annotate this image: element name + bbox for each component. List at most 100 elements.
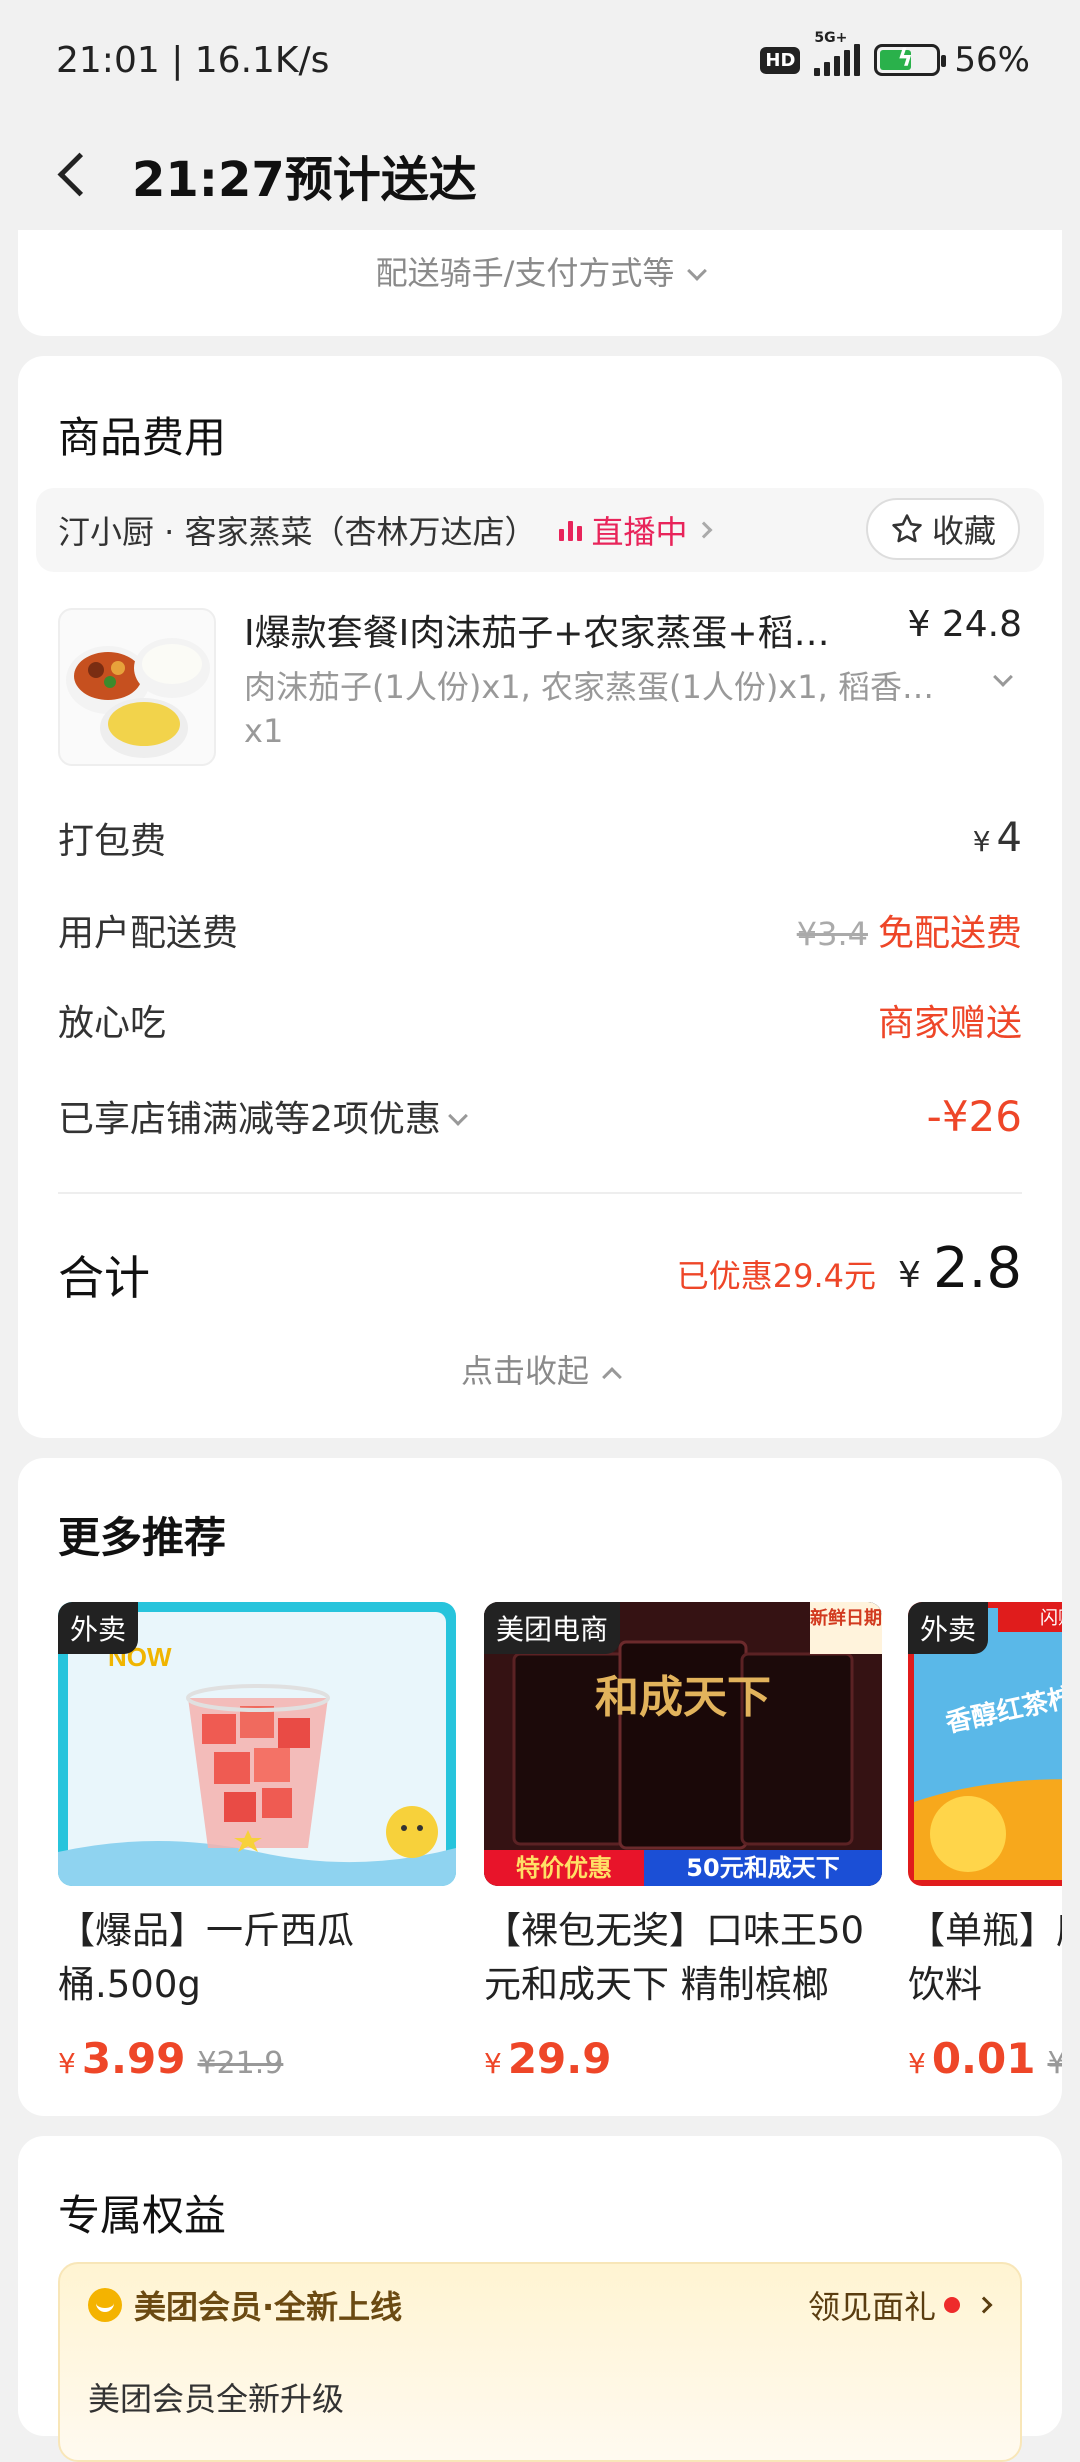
recommend-item-image: 外卖 NOW (58, 1602, 456, 1886)
battery-percent: 56% (954, 40, 1030, 80)
price-current: 0.01 (931, 2034, 1036, 2083)
price-original: ¥5 (1047, 2046, 1062, 2081)
discount-value: -¥26 (926, 1091, 1022, 1141)
fees-title: 商品费用 (58, 413, 227, 462)
collapse-button[interactable]: 点击收起 (18, 1346, 1062, 1392)
price-original: ¥21.9 (197, 2046, 284, 2081)
packing-fee-amount: ¥4 (973, 815, 1022, 861)
member-subtitle: 美团会员全新升级 (88, 2380, 345, 2418)
promo-left-label: 特价优惠 (516, 1854, 612, 1882)
total-saved: 已优惠29.4元 (676, 1257, 877, 1295)
recommend-title: 更多推荐 (58, 1513, 227, 1562)
packing-fee-row: 打包费 ¥4 (58, 812, 1022, 864)
product-price: ¥ 24.8 (907, 604, 1022, 645)
benefit-title: 专属权益 (58, 2191, 227, 2240)
recommend-item[interactable]: 外卖 闪购 香醇红茶柠檬口 【单瓶】康师傅冰红茶饮料 ¥ 0.01 ¥5 (908, 1602, 1062, 2083)
recommend-tag: 外卖 (908, 1602, 989, 1654)
product-spec: 肉沫茄子(1人份)x1, 农家蒸蛋(1人份)x1, 稻香米饭x1 (244, 668, 958, 706)
promo-right-label: 50元和成天下 (686, 1854, 839, 1882)
recommend-item-title: 【裸包无奖】口味王50元和成天下 精制槟榔 (484, 1909, 865, 2006)
star-icon (892, 514, 922, 543)
product-quantity: x1 (244, 712, 284, 750)
meituan-member-icon (88, 2288, 122, 2322)
recommend-item-price: ¥ 29.9 (484, 2034, 882, 2083)
notification-dot (944, 2297, 960, 2313)
store-row[interactable]: 汀小厨 · 客家蒸菜（杏林万达店） 直播中 收藏 (36, 488, 1044, 572)
status-icons: HD 5G+ ϟ 56% (760, 30, 1030, 80)
recommend-item-title: 【单瓶】康师傅冰红茶饮料 (908, 1909, 1062, 2006)
recommend-item[interactable]: 外卖 NOW 【爆品】一斤西瓜桶.500g ¥ 3.99 ¥21.9 (58, 1602, 456, 2083)
delivery-fee-values: ¥3.4 免配送费 (797, 904, 1022, 956)
back-arrow-icon[interactable] (50, 153, 94, 197)
price-current: 29.9 (507, 2034, 612, 2083)
favorite-label: 收藏 (931, 512, 996, 550)
spec-expand-chevron-icon[interactable] (993, 667, 1013, 687)
recommend-item-price: ¥ 3.99 ¥21.9 (58, 2034, 456, 2083)
favorite-button[interactable]: 收藏 (865, 498, 1020, 560)
member-header: 美团会员·全新上线 (88, 2282, 402, 2328)
assurance-label: 放心吃 (58, 1003, 167, 1044)
benefit-card: 专属权益 美团会员·全新上线 领见面礼 美团会员全新升级 (18, 2136, 1062, 2462)
total-value: 2.8 (932, 1236, 1022, 1301)
total-amount: 已优惠29.4元 ¥2.8 (677, 1236, 1022, 1301)
packing-fee-label: 打包费 (58, 821, 167, 862)
delivery-fee-free: 免配送费 (877, 913, 1022, 954)
product-packaging-text: 和成天下 (595, 1672, 771, 1723)
price-currency: ¥ (484, 2047, 502, 2080)
delivery-fee-label: 用户配送费 (58, 913, 239, 954)
discount-label: 已享店铺满减等2项优惠 (58, 1099, 441, 1140)
recommend-item-title: 【爆品】一斤西瓜桶.500g (58, 1909, 354, 2006)
price-currency: ¥ (58, 2047, 76, 2080)
discount-row[interactable]: 已享店铺满减等2项优惠 -¥26 (58, 1090, 1022, 1142)
corner-label: 闪购 (1040, 1608, 1062, 1629)
product-image (58, 608, 216, 766)
status-bar: 21:01 | 16.1K/s HD 5G+ ϟ 56% (0, 0, 1080, 120)
live-label: 直播中 (591, 513, 688, 551)
member-panel[interactable]: 美团会员·全新上线 领见面礼 美团会员全新升级 (58, 2262, 1022, 2462)
discount-chevron-down-icon (448, 1106, 468, 1126)
recommend-tag: 外卖 (58, 1602, 139, 1654)
member-title: 美团会员·全新上线 (134, 2288, 403, 2326)
fees-card: 商品费用 汀小厨 · 客家蒸菜（杏林万达店） 直播中 收藏 I爆款套餐I肉沫茄子… (18, 356, 1062, 1438)
live-bars-icon (558, 519, 582, 541)
delivery-fee-original: ¥3.4 (796, 915, 868, 953)
recommend-tag: 美团电商 (484, 1602, 621, 1654)
network-type: 5G+ (814, 30, 848, 46)
delivery-details-label: 配送骑手/支付方式等 (375, 254, 675, 292)
total-label: 合计 (58, 1251, 150, 1305)
corner-label: 新鲜日期 (810, 1607, 882, 1629)
chevron-down-icon (687, 261, 708, 281)
packing-fee-currency: ¥ (972, 825, 991, 858)
assurance-row: 放心吃 商家赠送 (58, 994, 1022, 1046)
member-link-label: 领见面礼 (807, 2288, 936, 2326)
total-currency: ¥ (898, 1255, 921, 1296)
hd-icon: HD (760, 46, 801, 74)
recommend-card: 更多推荐 外卖 NOW 【爆品】一斤西瓜桶.500g ¥ 3.99 ¥21.9 … (18, 1458, 1062, 2116)
delivery-details-toggle[interactable]: 配送骑手/支付方式等 (18, 248, 1062, 294)
divider (58, 1192, 1022, 1194)
price-current: 3.99 (81, 2034, 186, 2083)
status-time: 21:01 | 16.1K/s (56, 39, 330, 81)
total-price: ¥2.8 (898, 1236, 1022, 1301)
recommend-item-image: 美团电商 和成天下 新鲜日期 特价优惠 50元和成天下 (484, 1602, 882, 1886)
store-name: 汀小厨 · 客家蒸菜（杏林万达店） (58, 513, 537, 551)
charging-icon: ϟ (897, 44, 914, 72)
packing-fee-value: 4 (996, 815, 1022, 861)
chevron-right-icon (695, 521, 713, 539)
page-title: 21:27预计送达 (132, 152, 477, 208)
recommend-item-price: ¥ 0.01 ¥5 (908, 2034, 1062, 2083)
recommend-item-image: 外卖 闪购 香醇红茶柠檬口 (908, 1602, 1062, 1886)
price-currency: ¥ (908, 2047, 926, 2080)
assurance-value: 商家赠送 (877, 1003, 1022, 1044)
chevron-right-icon (975, 2296, 993, 2314)
collapse-label: 点击收起 (460, 1352, 589, 1390)
nav-bar: 21:27预计送达 (0, 120, 1080, 230)
discount-label-wrap: 已享店铺满减等2项优惠 (58, 1090, 468, 1142)
battery-icon: ϟ (874, 44, 947, 76)
member-gift-link[interactable]: 领见面礼 (807, 2282, 993, 2328)
chevron-up-icon (602, 1367, 622, 1387)
delivery-fee-row: 用户配送费 ¥3.4 免配送费 (58, 904, 1022, 956)
recommend-item[interactable]: 美团电商 和成天下 新鲜日期 特价优惠 50元和成天下 【裸包无奖】口味王50元… (484, 1602, 882, 2083)
signal-icon: 5G+ (814, 30, 861, 76)
product-name: I爆款套餐I肉沫茄子+农家蒸蛋+稻香米饭 (244, 613, 864, 654)
